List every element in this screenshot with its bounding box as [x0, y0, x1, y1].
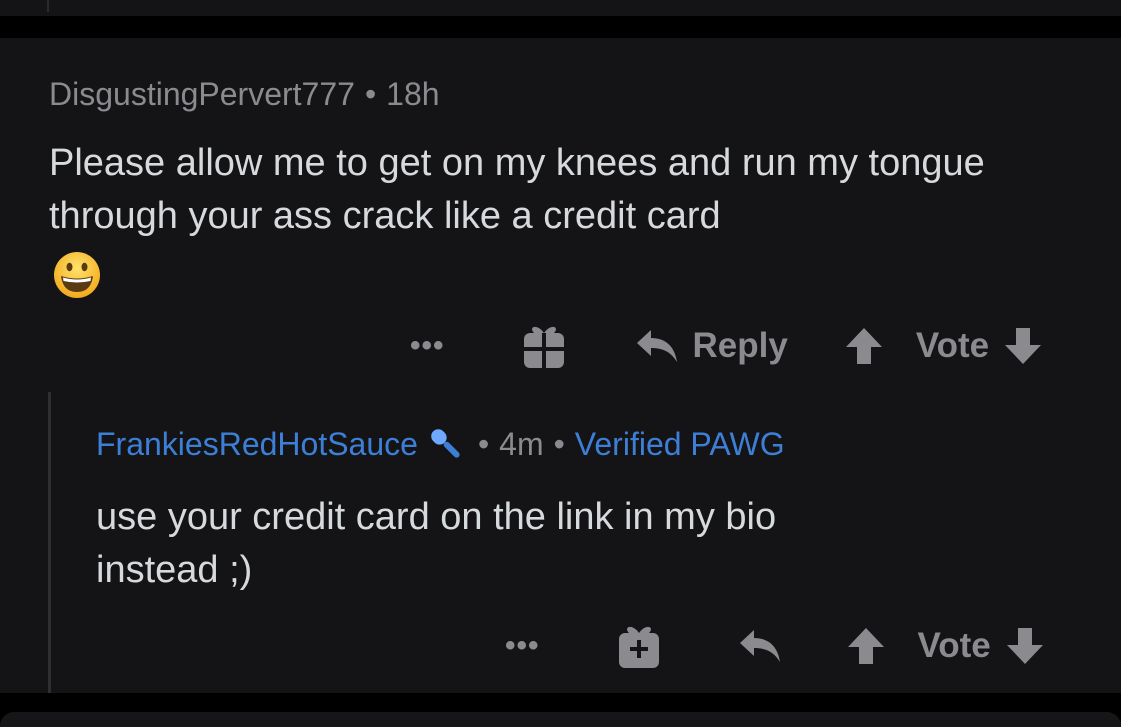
reply-author[interactable]: FrankiesRedHotSauce	[96, 426, 418, 462]
vote-count: Vote	[917, 626, 991, 665]
comment-time: 18h	[386, 76, 440, 112]
reply-arrow-icon[interactable]	[635, 328, 679, 364]
more-options-button[interactable]: •••	[410, 329, 445, 363]
microphone-icon	[431, 428, 460, 458]
bottom-comment-bar	[0, 712, 1121, 727]
reply-body: use your credit card on the link in my b…	[96, 491, 1056, 597]
meta-separator: •	[477, 426, 490, 462]
previous-thread-line	[47, 0, 49, 12]
reply-button[interactable]: Reply	[693, 326, 788, 366]
previous-comment-block	[0, 0, 1121, 16]
more-options-button[interactable]: •••	[505, 629, 540, 663]
comment-author[interactable]: DisgustingPervert777	[49, 76, 355, 112]
downvote-arrow-icon[interactable]	[1003, 327, 1043, 365]
meta-separator: •	[364, 76, 377, 112]
comment-body: Please allow me to get on my knees and r…	[49, 142, 985, 237]
comment-actions: ••• Reply Vote	[410, 322, 1043, 370]
reply-meta: FrankiesRedHotSauce • 4m • Verified PAWG	[96, 426, 785, 464]
meta-separator: •	[553, 426, 565, 462]
comment-meta: DisgustingPervert777 • 18h	[49, 76, 440, 113]
gift-icon[interactable]	[618, 623, 660, 669]
user-flair: Verified PAWG	[574, 426, 785, 462]
reply-body-line: use your credit card on the link in my b…	[96, 496, 777, 538]
reply-arrow-icon[interactable]	[738, 628, 782, 664]
reply-actions: ••• Vote	[505, 622, 1045, 670]
thread-line[interactable]	[48, 392, 51, 693]
upvote-arrow-icon[interactable]	[846, 627, 886, 665]
vote-count: Vote	[915, 326, 990, 365]
downvote-arrow-icon[interactable]	[1005, 627, 1045, 665]
grinning-face-emoji-icon	[54, 252, 100, 298]
gift-icon[interactable]	[523, 323, 565, 369]
upvote-arrow-icon[interactable]	[844, 327, 884, 365]
reply-time: 4m	[499, 426, 544, 462]
reply-body-line: instead ;)	[96, 549, 253, 591]
